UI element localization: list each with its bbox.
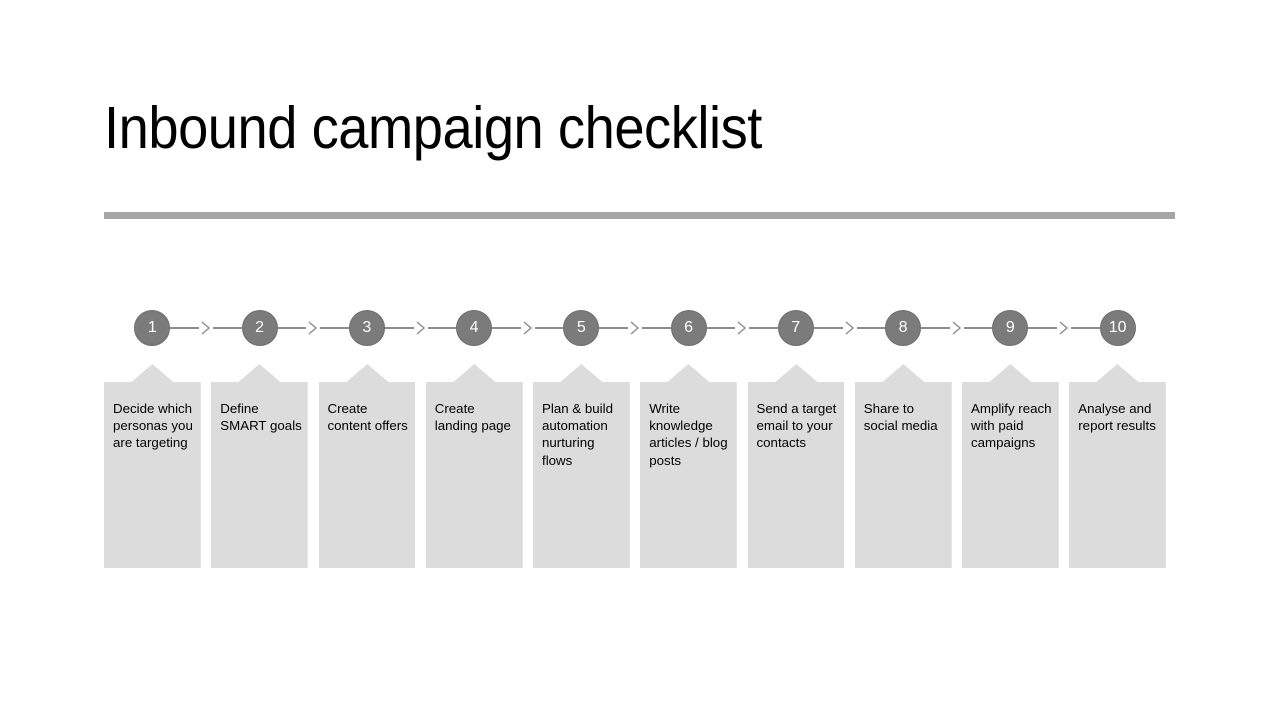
step-card[interactable]: Share to social media <box>854 364 952 568</box>
chevron-right-icon <box>306 319 321 337</box>
step-number-badge-3[interactable]: 3 <box>348 310 385 346</box>
step-card-shape <box>747 364 845 568</box>
slide-canvas: Inbound campaign checklist 1 2 3 4 5 6 7 8 9 10 D… <box>0 0 1280 720</box>
step-card-text: Send a target email to your contacts <box>756 401 837 451</box>
step-card[interactable]: Write knowledge articles / blog posts <box>640 364 737 568</box>
step-card-text: Create content offers <box>327 401 408 434</box>
chevron-right-icon <box>628 319 642 337</box>
step-card-row: Decide which personas you are targeting D… <box>104 364 1166 568</box>
step-card[interactable]: Define SMART goals <box>211 364 308 568</box>
step-card-text: Share to social media <box>863 401 938 434</box>
chevron-right-icon <box>735 319 750 337</box>
step-card-shape <box>318 364 416 568</box>
step-number-badge-6[interactable]: 6 <box>670 310 707 346</box>
process-diagram: 1 2 3 4 5 6 7 8 9 10 Decide which personas you ar… <box>104 300 1166 580</box>
chevron-right-icon <box>199 319 213 337</box>
step-card-text: Amplify reach with paid campaigns <box>971 401 1052 451</box>
step-number-badge-4[interactable]: 4 <box>456 310 493 346</box>
step-card-text: Analyse and report results <box>1078 401 1156 434</box>
step-card-shape <box>1069 364 1166 568</box>
step-card-shape <box>211 364 308 568</box>
page-title: Inbound campaign checklist <box>104 95 762 161</box>
step-card-shape <box>104 364 201 568</box>
title-divider <box>104 212 1175 219</box>
step-card-shape <box>425 364 523 568</box>
step-card[interactable]: Create landing page <box>425 364 523 568</box>
step-card[interactable]: Send a target email to your contacts <box>747 364 845 568</box>
step-number-badge-10[interactable]: 10 <box>1099 310 1136 346</box>
step-number-badge-1[interactable]: 1 <box>134 310 171 346</box>
step-card[interactable]: Decide which personas you are targeting <box>104 364 201 568</box>
chevron-right-icon <box>842 319 857 337</box>
step-number-badge-7[interactable]: 7 <box>777 310 814 346</box>
step-card-shape <box>854 364 952 568</box>
step-card-text: Plan & build automation nurturing flows <box>542 401 613 468</box>
step-card-text: Create landing page <box>434 401 511 434</box>
step-number-badge-5[interactable]: 5 <box>563 310 600 346</box>
step-number-badge-2[interactable]: 2 <box>241 310 278 346</box>
step-number-badge-8[interactable]: 8 <box>885 310 922 346</box>
step-card-text: Decide which personas you are targeting <box>113 401 193 451</box>
chevron-right-icon <box>949 319 964 337</box>
step-card[interactable]: Create content offers <box>318 364 416 568</box>
step-card-text: Define SMART goals <box>220 401 302 434</box>
chevron-right-icon <box>520 319 535 337</box>
step-card[interactable]: Plan & build automation nurturing flows <box>533 364 630 568</box>
chevron-right-icon <box>1057 319 1071 337</box>
step-card-text: Write knowledge articles / blog posts <box>649 401 728 468</box>
step-card-shape <box>962 364 1059 568</box>
chevron-right-icon <box>413 319 428 337</box>
step-card[interactable]: Analyse and report results <box>1069 364 1166 568</box>
step-number-badge-9[interactable]: 9 <box>992 310 1029 346</box>
step-card[interactable]: Amplify reach with paid campaigns <box>962 364 1059 568</box>
step-node-row: 1 2 3 4 5 6 7 8 9 10 <box>104 300 1166 356</box>
